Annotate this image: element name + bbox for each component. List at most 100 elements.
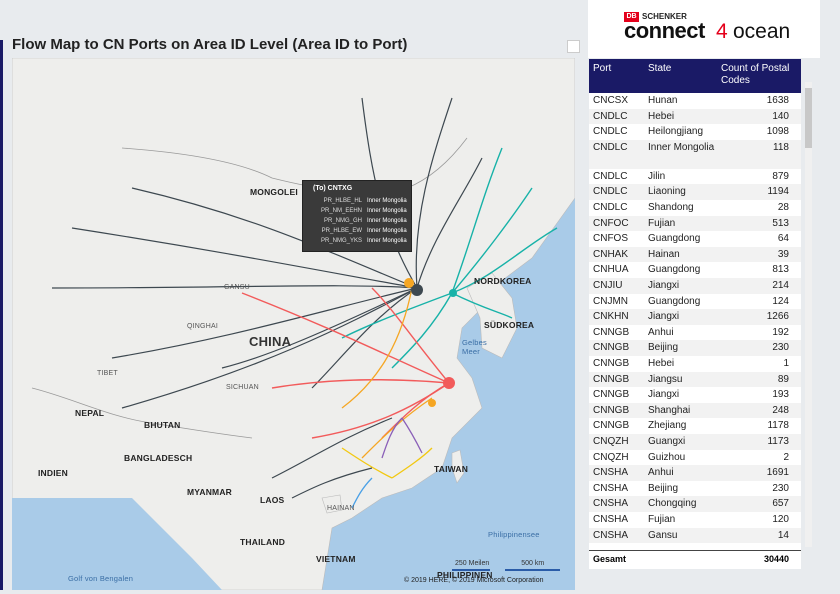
cell-count: 1098 bbox=[766, 126, 789, 138]
table-row[interactable]: CNHAK Hainan 39 bbox=[589, 246, 801, 263]
table-total-row: Gesamt 30440 bbox=[589, 550, 801, 569]
table-row[interactable]: CNNGB Shanghai 248 bbox=[589, 402, 801, 419]
cell-port: CNJMN bbox=[593, 295, 628, 307]
column-header-port[interactable]: Port bbox=[593, 63, 611, 74]
flow-map[interactable]: MONGOLEI CHINA NORDKOREA SÜDKOREA Gelbes… bbox=[12, 58, 575, 590]
table-row[interactable]: CNDLC Inner Mongolia 118 bbox=[589, 139, 801, 169]
cell-state: Guangdong bbox=[648, 233, 701, 245]
cell-count: 2 bbox=[783, 451, 789, 463]
visual-focus-icon[interactable] bbox=[567, 40, 580, 53]
table-row[interactable]: CNFOC Fujian 513 bbox=[589, 215, 801, 232]
cell-port: CNHAK bbox=[593, 248, 629, 260]
cell-count: 813 bbox=[772, 264, 789, 276]
table-row[interactable]: CNSHA Beijing 230 bbox=[589, 481, 801, 497]
cell-port: CNSHA bbox=[593, 482, 629, 494]
table-row[interactable]: CNDLC Heilongjiang 1098 bbox=[589, 124, 801, 140]
table-header: Port State Count of Postal Codes bbox=[589, 59, 801, 93]
table-row[interactable]: CNNGB Jiangxi 193 bbox=[589, 387, 801, 403]
cell-state: Guizhou bbox=[648, 451, 686, 463]
cell-state: Shandong bbox=[648, 202, 694, 213]
cell-state: Fujian bbox=[648, 217, 676, 229]
cell-state: Shanghai bbox=[648, 404, 691, 416]
table-row[interactable]: CNCSX Hunan 1638 bbox=[589, 93, 801, 109]
table-row[interactable]: CNNGB Jiangsu 89 bbox=[589, 371, 801, 388]
table-row[interactable]: CNQZH Guizhou 2 bbox=[589, 450, 801, 466]
cell-state: Jiangxi bbox=[648, 311, 680, 323]
column-header-state[interactable]: State bbox=[648, 63, 671, 74]
label-bangladesch: BANGLADESCH bbox=[124, 453, 193, 463]
table-row[interactable]: CNDLC Liaoning 1194 bbox=[589, 184, 801, 200]
label-laos: LAOS bbox=[260, 495, 285, 505]
cell-state: Hebei bbox=[648, 110, 675, 122]
label-hainan: HAINAN bbox=[327, 505, 355, 512]
cell-count: 879 bbox=[772, 170, 789, 182]
tooltip-row: PR_NM_EEHN Inner Mongolia bbox=[307, 206, 407, 216]
cell-count: 513 bbox=[772, 217, 789, 229]
cell-port: CNQZH bbox=[593, 436, 629, 447]
cell-port: CNDLC bbox=[593, 141, 628, 153]
cell-count: 1266 bbox=[766, 311, 789, 323]
cell-state: Chongqing bbox=[648, 498, 697, 510]
left-accent-bar bbox=[0, 40, 3, 590]
ports-table[interactable]: Port State Count of Postal Codes CNCSX Hu… bbox=[589, 59, 801, 569]
label-gelbes-meer: Gelbes Meer bbox=[462, 338, 487, 356]
tooltip-state: Inner Mongolia bbox=[367, 208, 407, 214]
tooltip-row: PR_NMG_GH Inner Mongolia bbox=[307, 216, 407, 226]
table-row[interactable]: CNSHA Gansu 14 bbox=[589, 527, 801, 544]
table-row[interactable]: CNJIU Jiangxi 214 bbox=[589, 278, 801, 294]
cell-count: 14 bbox=[777, 529, 789, 541]
table-row[interactable]: CNQZH Guangxi 1173 bbox=[589, 434, 801, 450]
cell-state: Guangdong bbox=[648, 295, 701, 307]
scale-km: 500 km bbox=[521, 560, 545, 567]
table-row[interactable]: CNDLC Jilin 879 bbox=[589, 169, 801, 185]
cell-count: 64 bbox=[777, 233, 789, 245]
table-row[interactable]: CNKHN Jiangxi 1266 bbox=[589, 309, 801, 325]
table-row[interactable]: CNNGB Hebei 1 bbox=[589, 356, 801, 372]
table-row[interactable]: CNNGB Anhui 192 bbox=[589, 325, 801, 341]
table-row[interactable]: CNDLC Hebei 140 bbox=[589, 108, 801, 125]
table-row[interactable]: CNHUA Guangdong 813 bbox=[589, 262, 801, 278]
label-golf-von-bengalen: Golf von Bengalen bbox=[68, 574, 134, 583]
tooltip-state: Inner Mongolia bbox=[367, 198, 407, 204]
cell-port: CNSHA bbox=[593, 514, 629, 525]
cell-count: 1638 bbox=[766, 95, 789, 106]
table-row[interactable]: CNJMN Guangdong 124 bbox=[589, 294, 801, 310]
label-suedkorea: SÜDKOREA bbox=[484, 320, 535, 330]
tooltip-area: PR_NMG_YKS bbox=[320, 238, 362, 244]
label-gansu: GANSU bbox=[224, 284, 250, 291]
table-scroll-thumb[interactable] bbox=[805, 88, 812, 148]
table-scrollbar[interactable] bbox=[805, 82, 812, 547]
cell-count: 39 bbox=[777, 248, 789, 260]
cell-state: Guangdong bbox=[648, 264, 701, 276]
total-label: Gesamt bbox=[593, 554, 627, 564]
scale-line-km bbox=[505, 569, 560, 571]
table-row[interactable]: CNSHA Chongqing 657 bbox=[589, 496, 801, 512]
table-row[interactable]: CNNGB Beijing 230 bbox=[589, 340, 801, 356]
cell-count: 193 bbox=[772, 389, 789, 401]
cell-port: CNDLC bbox=[593, 186, 628, 198]
column-header-count[interactable]: Count of Postal Codes bbox=[721, 63, 795, 87]
cell-state: Heilongjiang bbox=[648, 126, 704, 138]
table-row[interactable]: CNFOS Guangdong 64 bbox=[589, 231, 801, 247]
cell-state: Jilin bbox=[648, 170, 666, 182]
cell-count: 230 bbox=[772, 482, 789, 494]
tooltip-area: PR_HLBE_EW bbox=[321, 228, 362, 234]
db-schenker-logo: DB SCHENKER connect 4 ocean bbox=[588, 0, 820, 58]
tooltip-state: Inner Mongolia bbox=[367, 218, 407, 224]
port-marker-cndlc bbox=[449, 289, 457, 297]
table-row[interactable]: CNSHA Anhui 1691 bbox=[589, 465, 801, 481]
cell-state: Hebei bbox=[648, 358, 675, 369]
map-copyright: © 2019 HERE, © 2019 Microsoft Corporatio… bbox=[404, 577, 544, 584]
cell-state: Hainan bbox=[648, 248, 680, 260]
cell-count: 28 bbox=[777, 202, 789, 213]
cell-port: CNNGB bbox=[593, 404, 630, 416]
cell-count: 118 bbox=[773, 141, 789, 153]
cell-state: Beijing bbox=[648, 342, 679, 354]
cell-port: CNFOC bbox=[593, 217, 629, 229]
table-row[interactable]: CNSHA Fujian 120 bbox=[589, 512, 801, 528]
table-row[interactable]: CNDLC Shandong 28 bbox=[589, 200, 801, 216]
cell-count: 1 bbox=[783, 358, 789, 369]
table-row[interactable]: CNNGB Zhejiang 1178 bbox=[589, 418, 801, 434]
cell-port: CNNGB bbox=[593, 342, 630, 354]
label-philippinensee: Philippinensee bbox=[488, 530, 540, 539]
